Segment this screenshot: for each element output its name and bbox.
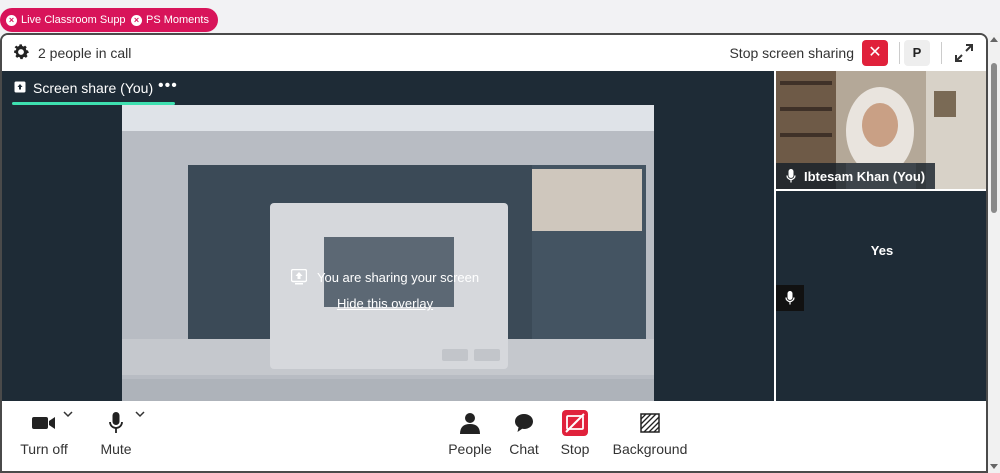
background-button[interactable]: Background <box>608 409 692 457</box>
chat-button[interactable]: Chat <box>506 409 542 457</box>
participant-tile[interactable]: Yes <box>776 191 986 311</box>
pill-label: Live Classroom Support <box>21 14 139 26</box>
mute-label: Mute <box>100 441 132 457</box>
gear-icon[interactable] <box>11 42 31 62</box>
upload-screen-icon <box>291 269 307 285</box>
mic-icon <box>786 169 796 183</box>
stop-sharing-close-button[interactable]: ✕ <box>862 40 888 66</box>
people-button[interactable]: People <box>446 409 494 457</box>
self-name: Ibtesam Khan (You) <box>804 168 926 184</box>
chat-label: Chat <box>509 441 539 457</box>
background-icon <box>640 413 660 433</box>
people-label: People <box>448 441 492 457</box>
divider <box>941 42 942 64</box>
divider <box>899 42 900 64</box>
right-column-background <box>776 311 986 401</box>
stop-screen-sharing-label[interactable]: Stop screen sharing <box>729 45 854 61</box>
scrollbar-thumb[interactable] <box>991 63 997 213</box>
scroll-up-arrow-icon[interactable] <box>990 37 998 42</box>
turn-off-label: Turn off <box>20 441 68 457</box>
stop-label: Stop <box>560 441 590 457</box>
person-icon <box>460 413 480 434</box>
people-count: 2 people in call <box>38 45 132 61</box>
scroll-down-arrow-icon[interactable] <box>990 464 998 469</box>
chevron-down-icon[interactable] <box>63 409 73 419</box>
stage-header: Screen share (You) ••• <box>2 71 774 105</box>
call-controls-bar: Turn off Mute People Chat Stop Backgroun… <box>2 401 986 471</box>
pill-ps-moments[interactable]: × PS Moments <box>125 8 218 32</box>
stop-share-icon <box>562 410 588 436</box>
close-circle-icon[interactable]: × <box>6 14 17 26</box>
pill-label: PS Moments <box>146 14 209 26</box>
close-icon: ✕ <box>868 44 882 61</box>
mute-button[interactable]: Mute <box>96 409 136 457</box>
hide-overlay-link[interactable]: Hide this overlay <box>337 296 433 311</box>
more-dots-icon[interactable]: ••• <box>158 77 178 95</box>
preview-browser-chrome <box>122 105 654 131</box>
shared-screen-preview <box>122 105 654 401</box>
background-label: Background <box>612 441 688 457</box>
chevron-down-icon[interactable] <box>135 409 145 419</box>
preview-permission-dialog <box>270 203 508 369</box>
call-panel: 2 people in call Stop screen sharing ✕ P… <box>0 33 988 473</box>
video-camera-icon <box>32 417 55 429</box>
self-name-label: Ibtesam Khan (You) <box>776 163 936 189</box>
page-scrollbar[interactable] <box>988 33 1000 473</box>
close-circle-icon[interactable]: × <box>131 14 142 26</box>
mic-icon <box>785 291 795 305</box>
participant-avatar-button[interactable]: P <box>904 40 930 66</box>
screen-share-stage: Screen share (You) ••• You are sharing y… <box>2 71 774 401</box>
preview-taskbar <box>122 379 654 401</box>
mic-icon <box>109 412 123 433</box>
participant-name: Yes <box>870 243 894 258</box>
preview-dialog-button <box>474 349 500 361</box>
chat-bubble-icon <box>515 414 533 432</box>
screen-share-tab-label[interactable]: Screen share (You) <box>33 80 153 96</box>
participant-mic <box>776 285 804 311</box>
stop-share-button[interactable]: Stop <box>557 409 593 457</box>
expand-icon[interactable] <box>952 41 976 65</box>
preview-dialog-button <box>442 349 468 361</box>
call-topbar: 2 people in call Stop screen sharing ✕ P <box>2 35 986 71</box>
screen-share-icon <box>14 81 26 93</box>
sharing-overlay-message: You are sharing your screen <box>317 270 480 285</box>
preview-camera-tile <box>532 169 642 231</box>
